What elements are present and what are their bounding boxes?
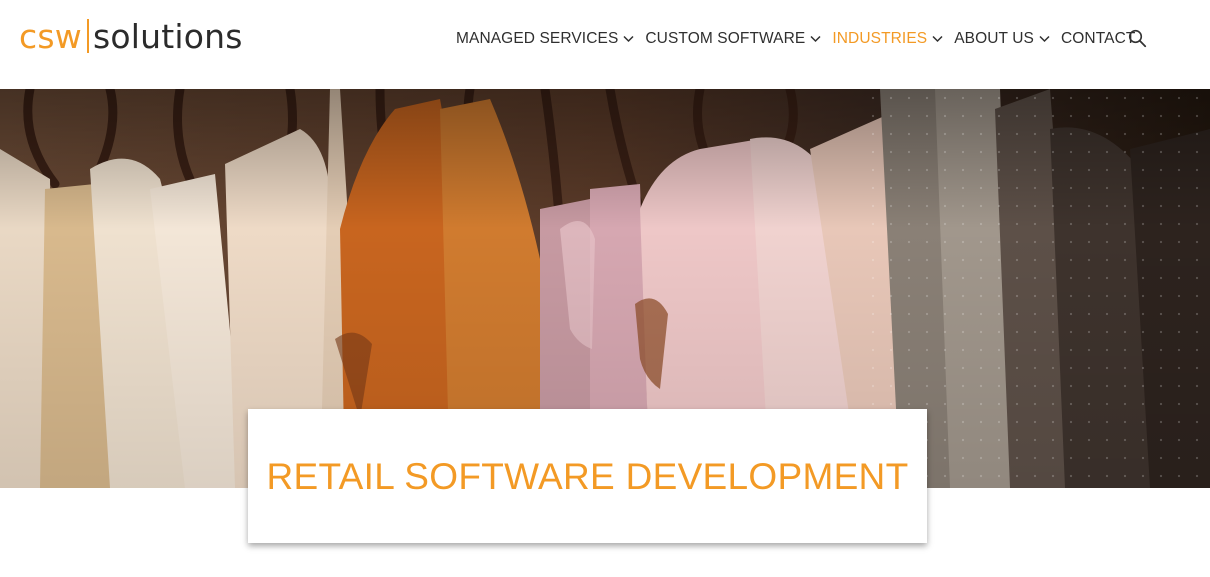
main-navigation: MANAGED SERVICES CUSTOM SOFTWARE INDUSTR… (456, 27, 1135, 51)
nav-item-contact[interactable]: CONTACT (1061, 30, 1135, 48)
nav-label: CONTACT (1060, 30, 1136, 47)
nav-item-managed-services[interactable]: MANAGED SERVICES (456, 30, 634, 48)
site-header: csw solutions MANAGED SERVICES CUSTOM SO… (0, 0, 1210, 89)
nav-label: INDUSTRIES (832, 30, 928, 47)
nav-item-custom-software[interactable]: CUSTOM SOFTWARE (645, 30, 821, 48)
logo-divider (86, 19, 89, 53)
chevron-down-icon (932, 35, 943, 43)
nav-item-about-us[interactable]: ABOUT US (954, 30, 1050, 48)
logo-csw-text: csw (19, 16, 82, 56)
csw-solutions-logo[interactable]: csw solutions (19, 14, 243, 58)
nav-label: CUSTOM SOFTWARE (645, 30, 806, 47)
chevron-down-icon (1039, 35, 1050, 43)
page-title: RETAIL SOFTWARE DEVELOPMENT (266, 456, 909, 497)
nav-label: MANAGED SERVICES (456, 30, 619, 47)
chevron-down-icon (810, 35, 821, 43)
nav-item-industries[interactable]: INDUSTRIES (832, 30, 943, 48)
chevron-down-icon (623, 35, 634, 43)
search-icon[interactable] (1128, 29, 1147, 48)
page-title-card: RETAIL SOFTWARE DEVELOPMENT (248, 409, 927, 543)
logo-solutions-text: solutions (92, 16, 243, 56)
nav-label: ABOUT US (954, 30, 1034, 47)
